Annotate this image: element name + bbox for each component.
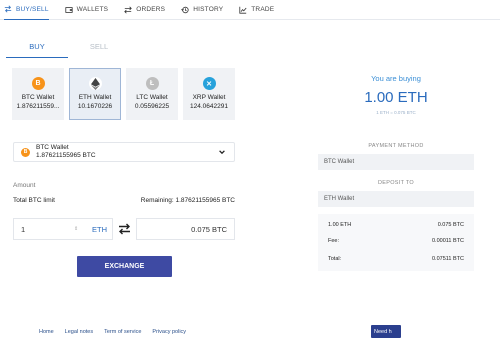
- wallet-select-balance: 1.87621155965 BTC: [36, 152, 96, 159]
- nav-item-orders[interactable]: ORDERS: [124, 0, 165, 20]
- remaining-balance: Remaining: 1.87621155965 BTC: [140, 197, 235, 204]
- wallet-name: BTC Wallet: [21, 94, 55, 101]
- chevron-down-icon: [219, 150, 225, 155]
- bitcoin-icon: B: [21, 147, 30, 157]
- amount-label: Amount: [13, 182, 36, 189]
- wallet-list: B BTC Wallet 1.876211559... ETH Wallet 1…: [12, 68, 235, 120]
- history-icon: [181, 6, 189, 13]
- limit-label: Total BTC limit: [13, 197, 55, 204]
- footer-link-home[interactable]: Home: [39, 329, 54, 335]
- wallet-balance: 124.0642291: [190, 103, 228, 110]
- bitcoin-icon: B: [31, 77, 45, 90]
- wallet-balance: 0.05596225: [134, 103, 170, 110]
- footer-link-terms[interactable]: Term of service: [104, 329, 141, 335]
- nav-label: HISTORY: [193, 6, 224, 13]
- nav-item-history[interactable]: HISTORY: [181, 0, 223, 20]
- nav-label: BUY/SELL: [16, 5, 49, 13]
- wallet-select-text: BTC Wallet 1.87621155965 BTC: [36, 144, 96, 160]
- nav-label: TRADE: [251, 6, 275, 13]
- footer-link-privacy[interactable]: Privacy policy: [152, 329, 186, 335]
- exchange-rate: 1 ETH = 0.075 BTC: [376, 110, 416, 115]
- top-nav: BUY/SELL WALLETS ORDERS HISTORY TRADE: [0, 0, 500, 20]
- wallet-name: ETH Wallet: [78, 94, 112, 101]
- buying-amount: 1.00 ETH: [364, 89, 428, 106]
- nav-item-buy-sell[interactable]: BUY/SELL: [4, 0, 49, 20]
- transfer-icon: [4, 5, 12, 13]
- litecoin-icon: Ł: [145, 77, 159, 90]
- wallet-card-eth[interactable]: ETH Wallet 10.1670226: [69, 68, 121, 120]
- wallet-card-ltc[interactable]: Ł LTC Wallet 0.05596225: [126, 68, 178, 120]
- summary-row-fee: Fee: 0.00011 BTC: [328, 238, 464, 244]
- order-summary: 1.00 ETH 0.075 BTC Fee: 0.00011 BTC Tota…: [318, 214, 474, 271]
- exchange-button[interactable]: EXCHANGE: [77, 256, 172, 277]
- deposit-to-field: ETH Wallet: [318, 191, 474, 207]
- swap-icon[interactable]: [118, 223, 131, 235]
- ripple-icon: ✕: [202, 77, 216, 90]
- nav-item-trade[interactable]: TRADE: [239, 0, 274, 20]
- summary-amount: 1.00 ETH: [328, 222, 352, 228]
- wallet-balance: 10.1670226: [77, 103, 113, 110]
- wallet-select-name: BTC Wallet: [36, 144, 69, 151]
- footer-link-legal[interactable]: Legal notes: [65, 329, 93, 335]
- wallet-name: LTC Wallet: [136, 94, 168, 101]
- summary-row: 1.00 ETH 0.075 BTC: [328, 222, 464, 228]
- footer-links: Home Legal notes Term of service Privacy…: [39, 329, 186, 335]
- amount-field: ⇕ ETH: [13, 218, 113, 240]
- payment-method-field: BTC Wallet: [318, 154, 474, 170]
- source-wallet-select[interactable]: B BTC Wallet 1.87621155965 BTC: [13, 142, 235, 162]
- fee-value: 0.00011 BTC: [431, 238, 464, 244]
- wallet-card-xrp[interactable]: ✕ XRP Wallet 124.0642291: [183, 68, 235, 120]
- summary-price: 0.075 BTC: [437, 222, 464, 228]
- nav-item-wallets[interactable]: WALLETS: [65, 0, 109, 20]
- summary-row-total: Total: 0.07511 BTC: [328, 256, 464, 262]
- buy-sell-tabs: BUY SELL: [6, 34, 146, 58]
- total-label: Total:: [328, 256, 342, 262]
- wallet-name: XRP Wallet: [192, 94, 226, 101]
- payment-method-label: PAYMENT METHOD: [368, 143, 424, 149]
- wallet-card-btc[interactable]: B BTC Wallet 1.876211559...: [12, 68, 64, 120]
- deposit-to-label: DEPOSIT TO: [377, 180, 414, 186]
- total-value: 0.07511 BTC: [431, 256, 464, 262]
- nav-label: WALLETS: [76, 6, 109, 13]
- amount-input[interactable]: [14, 224, 74, 234]
- wallet-icon: [65, 6, 73, 13]
- help-button[interactable]: Need h: [371, 325, 401, 338]
- swap-icon: [124, 6, 132, 13]
- fee-label: Fee:: [328, 238, 340, 244]
- ethereum-icon: [88, 77, 102, 90]
- wallet-balance: 1.876211559...: [16, 103, 60, 110]
- tab-buy[interactable]: BUY: [6, 34, 68, 58]
- buying-label: You are buying: [371, 74, 421, 83]
- tab-sell[interactable]: SELL: [68, 34, 130, 58]
- chart-line-icon: [239, 6, 247, 14]
- nav-label: ORDERS: [136, 6, 166, 13]
- stepper-icon[interactable]: ⇕: [74, 226, 82, 232]
- converted-amount: 0.075 BTC: [136, 218, 235, 240]
- amount-currency: ETH: [92, 224, 107, 234]
